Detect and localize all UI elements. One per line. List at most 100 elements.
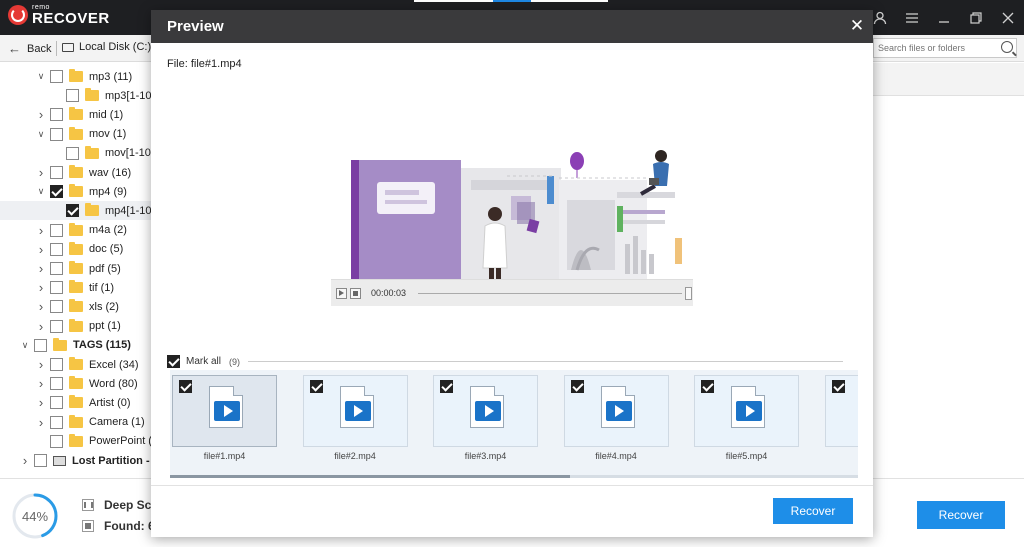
thumbnail-checkbox[interactable] — [179, 380, 192, 393]
file-thumbnail[interactable]: file#1.mp4 — [172, 375, 277, 471]
tree-item[interactable]: ∨ TAGS (115) — [0, 336, 152, 355]
tree-item[interactable]: ∨ mp3 (11) — [0, 67, 152, 86]
chevron-right-icon[interactable]: › — [36, 107, 46, 122]
chevron-down-icon[interactable]: ∨ — [36, 71, 46, 82]
mark-all-checkbox[interactable] — [167, 355, 180, 368]
found-status-row: Found: 6 — [82, 519, 155, 533]
file-thumbnail[interactable]: file#3.mp4 — [433, 375, 538, 471]
tree-item[interactable]: ∨ mp4 (9) — [0, 182, 152, 201]
chevron-down-icon[interactable]: ∨ — [36, 129, 46, 140]
folder-icon — [85, 203, 99, 217]
thumbnail-checkbox[interactable] — [570, 380, 584, 393]
tree-item-label: Artist (0) — [89, 396, 131, 409]
tree-item-checkbox[interactable] — [34, 338, 47, 352]
tree-item-checkbox[interactable] — [34, 454, 47, 467]
chevron-right-icon[interactable]: › — [36, 261, 46, 276]
file-thumbnail[interactable]: file#5.mp4 — [694, 375, 799, 471]
chevron-right-icon[interactable]: › — [36, 357, 46, 372]
minimize-icon[interactable] — [928, 0, 960, 35]
tree-item-checkbox[interactable] — [66, 89, 79, 103]
tree-item-checkbox[interactable] — [50, 70, 63, 83]
stop-playback-icon[interactable] — [350, 287, 361, 299]
search-input[interactable] — [874, 39, 992, 57]
play-badge-icon — [605, 401, 632, 421]
tree-item-checkbox[interactable] — [50, 242, 63, 256]
tree-item[interactable]: › xls (2) — [0, 297, 152, 316]
tree-item[interactable]: › m4a (2) — [0, 221, 152, 240]
tree-item-checkbox[interactable] — [50, 223, 63, 237]
file-thumbnail[interactable]: file#4.mp4 — [563, 375, 669, 471]
folder-icon — [85, 145, 99, 159]
chevron-right-icon[interactable]: › — [36, 395, 46, 410]
back-button[interactable]: ← Back — [8, 41, 51, 56]
tree-item[interactable]: mov[1-10 — [0, 144, 152, 163]
chevron-right-icon[interactable]: › — [20, 453, 30, 468]
tree-item-checkbox[interactable] — [50, 358, 63, 371]
tree-item-checkbox[interactable] — [50, 185, 63, 199]
menu-icon[interactable] — [896, 0, 928, 35]
tree-item-label: mp4 (9) — [89, 185, 127, 198]
folder-icon — [69, 299, 83, 313]
chevron-right-icon[interactable]: › — [36, 415, 46, 430]
chevron-right-icon[interactable]: › — [36, 319, 46, 334]
search-icon[interactable] — [1001, 41, 1013, 53]
tree-item-checkbox[interactable] — [50, 262, 63, 275]
file-thumbnail[interactable] — [824, 375, 858, 471]
thumbnail-scrollbar[interactable] — [170, 475, 858, 478]
chevron-right-icon[interactable]: › — [36, 376, 46, 391]
tree-item-checkbox[interactable] — [50, 377, 63, 391]
chevron-right-icon[interactable]: › — [36, 280, 46, 295]
stop-icon[interactable] — [82, 520, 94, 532]
tree-item-checkbox[interactable] — [50, 127, 63, 141]
tree-item[interactable]: › pdf (5) — [0, 259, 152, 278]
chevron-right-icon[interactable]: › — [36, 223, 46, 238]
thumbnail-checkbox[interactable] — [440, 380, 453, 393]
tree-item-checkbox[interactable] — [50, 415, 63, 429]
tree-item-checkbox[interactable] — [50, 300, 63, 314]
breadcrumb-location[interactable]: Local Disk (C:) — [62, 41, 151, 53]
restore-icon[interactable] — [960, 0, 992, 35]
preview-recover-button[interactable]: Recover — [773, 498, 853, 524]
tree-item-checkbox[interactable] — [50, 166, 63, 179]
tree-item[interactable]: › Excel (34) — [0, 355, 152, 374]
tree-item[interactable]: › doc (5) — [0, 240, 152, 259]
tree-item[interactable]: › wav (16) — [0, 163, 152, 182]
tree-item-checkbox[interactable] — [50, 434, 63, 448]
file-thumbnail[interactable]: file#2.mp4 — [302, 375, 408, 471]
tree-item[interactable]: › Camera (1) — [0, 413, 152, 432]
chevron-down-icon[interactable]: ∨ — [20, 340, 30, 351]
tree-item[interactable]: › tif (1) — [0, 278, 152, 297]
tree-item-checkbox[interactable] — [50, 281, 63, 295]
play-icon[interactable] — [336, 287, 347, 299]
thumbnail-checkbox[interactable] — [701, 380, 714, 393]
tree-item[interactable]: › ppt (1) — [0, 317, 152, 336]
scrollbar-thumb[interactable] — [170, 475, 570, 478]
tree-item-checkbox[interactable] — [50, 108, 63, 122]
thumbnail-checkbox[interactable] — [309, 380, 323, 393]
chevron-right-icon[interactable]: › — [36, 299, 46, 314]
tree-item[interactable]: mp4[1-10 — [0, 201, 152, 221]
tree-item[interactable]: ∨ mov (1) — [0, 125, 152, 144]
pause-icon[interactable] — [82, 499, 94, 511]
tree-item[interactable]: › mid (1) — [0, 105, 152, 124]
tree-item[interactable]: › Lost Partition - — [0, 451, 152, 470]
folder-icon — [69, 107, 83, 121]
tree-item-checkbox[interactable] — [66, 146, 79, 160]
tree-item[interactable]: › Artist (0) — [0, 393, 152, 412]
seek-bar[interactable] — [418, 292, 683, 294]
tree-item[interactable]: mp3[1-10 — [0, 86, 152, 105]
recover-button[interactable]: Recover — [917, 501, 1005, 529]
progress-percent: 44% — [21, 508, 49, 524]
chevron-right-icon[interactable]: › — [36, 242, 46, 257]
chevron-down-icon[interactable]: ∨ — [36, 186, 46, 197]
chevron-right-icon[interactable]: › — [36, 165, 46, 180]
thumbnail-checkbox[interactable] — [831, 380, 845, 393]
close-icon[interactable]: ✕ — [849, 17, 865, 34]
tree-item-checkbox[interactable] — [50, 396, 63, 410]
tree-item[interactable]: PowerPoint ( — [0, 432, 152, 451]
tree-item-checkbox[interactable] — [50, 319, 63, 333]
tree-item[interactable]: › Word (80) — [0, 374, 152, 393]
volume-slider-handle[interactable] — [685, 286, 693, 300]
window-close-icon[interactable] — [992, 0, 1024, 35]
tree-item-checkbox[interactable] — [66, 204, 79, 218]
